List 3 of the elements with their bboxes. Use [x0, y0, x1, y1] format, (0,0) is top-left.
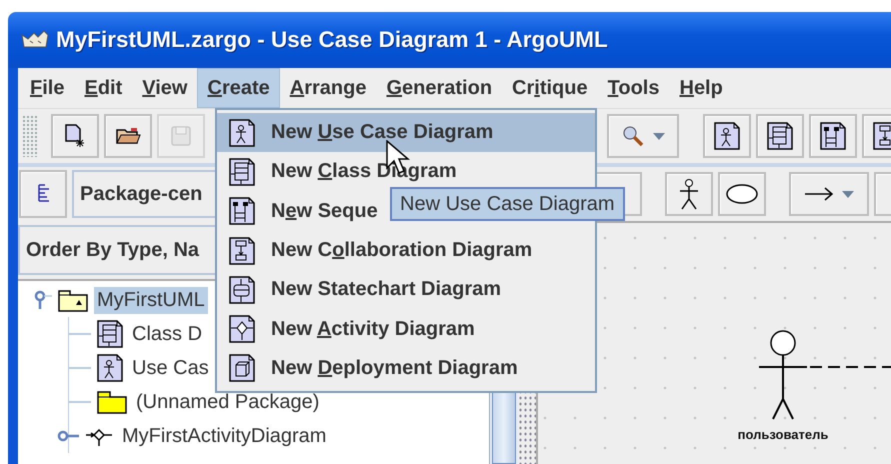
actor-name: пользователь: [738, 427, 828, 442]
window-title: MyFirstUML.zargo - Use Case Diagram 1 - ArgoUML: [56, 27, 608, 53]
tooltip: New Use Case Diagram: [390, 187, 625, 221]
